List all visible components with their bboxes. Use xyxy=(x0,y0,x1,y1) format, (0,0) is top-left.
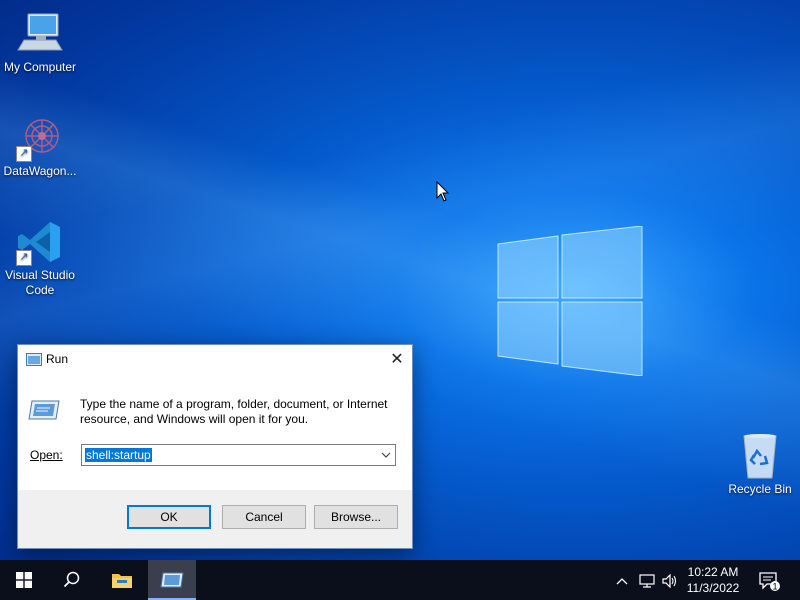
dialog-description: Type the name of a program, folder, docu… xyxy=(80,397,388,426)
clock-date: 11/3/2022 xyxy=(686,581,740,595)
search-icon xyxy=(63,571,80,587)
open-input-value[interactable]: shell:startup xyxy=(85,448,152,462)
chevron-up-icon[interactable] xyxy=(612,560,632,600)
notification-count: 1 xyxy=(772,581,777,591)
vscode-icon: ↗ xyxy=(16,218,64,266)
dialog-body: Type the name of a program, folder, docu… xyxy=(18,375,412,490)
desktop-icon-label: My Computer xyxy=(3,60,77,74)
network-icon[interactable] xyxy=(636,560,658,600)
file-explorer-button[interactable] xyxy=(98,560,146,600)
desktop-icon-recycle-bin[interactable]: Recycle Bin xyxy=(720,432,800,497)
start-icon xyxy=(16,571,32,588)
cancel-button[interactable]: Cancel xyxy=(222,505,306,529)
desktop-icon-datawagon[interactable]: ↗ DataWagon... xyxy=(0,114,80,179)
mouse-cursor-icon xyxy=(436,180,450,208)
clock[interactable]: 10:22 AM 11/3/2022 xyxy=(680,564,746,596)
datawagon-icon: ↗ xyxy=(16,114,64,162)
recycle-bin-icon xyxy=(736,432,784,480)
run-icon xyxy=(160,572,184,588)
run-dialog: Run ✕ Type the name of a program, folder… xyxy=(17,344,413,549)
computer-icon xyxy=(16,10,64,58)
ok-button[interactable]: OK xyxy=(127,505,211,529)
open-combobox[interactable]: shell:startup xyxy=(81,444,396,466)
taskbar: 10:22 AM 11/3/2022 1 xyxy=(0,560,800,600)
browse-button[interactable]: Browse... xyxy=(314,505,398,529)
chevron-down-icon[interactable] xyxy=(381,447,391,466)
start-button[interactable] xyxy=(0,560,48,600)
run-icon xyxy=(26,353,42,366)
notification-icon: 1 xyxy=(759,572,780,591)
shortcut-arrow-icon: ↗ xyxy=(16,146,32,162)
desktop-icon-vscode[interactable]: ↗ Visual Studio Code xyxy=(0,218,80,298)
run-taskbar-button[interactable] xyxy=(148,560,196,600)
desktop-icon-my-computer[interactable]: My Computer xyxy=(0,10,80,75)
windows-logo-wallpaper xyxy=(496,225,644,377)
dialog-title: Run xyxy=(46,352,69,366)
desktop-icon-label: DataWagon... xyxy=(3,164,77,178)
shortcut-arrow-icon: ↗ xyxy=(16,250,32,266)
file-explorer-icon xyxy=(112,573,132,588)
dialog-titlebar[interactable]: Run ✕ xyxy=(18,345,412,375)
search-button[interactable] xyxy=(48,560,96,600)
volume-icon[interactable] xyxy=(660,560,680,600)
desktop-icon-label: Visual Studio Code xyxy=(5,268,75,297)
clock-time: 10:22 AM xyxy=(687,565,739,579)
run-icon xyxy=(28,399,60,421)
open-label: Open: xyxy=(30,448,63,462)
desktop-icon-label: Recycle Bin xyxy=(728,482,792,496)
notification-center-button[interactable]: 1 xyxy=(754,560,784,600)
close-button[interactable]: ✕ xyxy=(382,345,412,375)
